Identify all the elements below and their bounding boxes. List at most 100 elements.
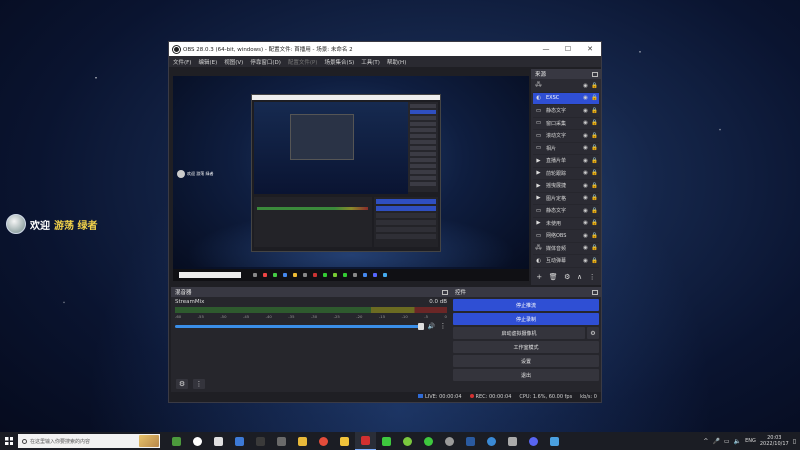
- advanced-audio-icon[interactable]: ⚙: [176, 379, 188, 389]
- start-virtual-camera-button[interactable]: 启动虚拟摄像机: [453, 327, 585, 339]
- taskbar-app[interactable]: [187, 432, 208, 450]
- lock-icon[interactable]: 🔒: [590, 145, 599, 151]
- taskbar-app[interactable]: [397, 432, 418, 450]
- stop-streaming-button[interactable]: 停止推流: [453, 299, 599, 311]
- taskbar-app[interactable]: [502, 432, 523, 450]
- notifications-icon[interactable]: ▯: [793, 438, 796, 445]
- mixer-menu-icon[interactable]: ⋮: [193, 379, 205, 389]
- volume-slider[interactable]: [175, 322, 424, 330]
- lock-icon[interactable]: 🔒: [590, 245, 599, 251]
- start-button[interactable]: [0, 432, 18, 450]
- taskbar-app[interactable]: [334, 432, 355, 450]
- source-item[interactable]: ▭ 滚动文字 ◉ 🔒: [533, 130, 599, 143]
- visibility-eye-icon[interactable]: ◉: [581, 245, 590, 251]
- exit-button[interactable]: 退出: [453, 369, 599, 381]
- taskbar-search-box[interactable]: 在这里输入你要搜索的内容: [18, 434, 160, 448]
- menu-item[interactable]: 视图(V): [224, 58, 243, 66]
- source-item[interactable]: ▭ 静态文字 ◉ 🔒: [533, 205, 599, 218]
- taskbar-app[interactable]: [208, 432, 229, 450]
- lock-icon[interactable]: 🔒: [590, 183, 599, 189]
- menu-item[interactable]: 文件(F): [173, 58, 191, 66]
- lock-icon[interactable]: 🔒: [590, 108, 599, 114]
- lock-icon[interactable]: 🔒: [590, 258, 599, 264]
- taskbar-app[interactable]: [355, 432, 376, 450]
- source-item[interactable]: ◐ EXSC ◉ 🔒: [533, 92, 599, 105]
- input-language[interactable]: ENG: [745, 438, 756, 444]
- taskbar-app[interactable]: [523, 432, 544, 450]
- speaker-icon[interactable]: 🔊: [428, 323, 435, 330]
- menu-item[interactable]: 编辑(E): [198, 58, 217, 66]
- menu-item[interactable]: 帮助(H): [387, 58, 406, 66]
- lock-icon[interactable]: 🔒: [590, 83, 599, 89]
- menu-item[interactable]: 工具(T): [361, 58, 380, 66]
- lock-icon[interactable]: 🔒: [590, 220, 599, 226]
- undock-icon[interactable]: [592, 71, 598, 77]
- source-properties-icon[interactable]: ⚙: [564, 273, 570, 281]
- move-up-icon[interactable]: ∧: [577, 273, 582, 281]
- visibility-eye-icon[interactable]: ◉: [581, 145, 590, 151]
- source-item[interactable]: ▶ 前轮跟踪 ◉ 🔒: [533, 168, 599, 180]
- visibility-eye-icon[interactable]: ◉: [581, 183, 590, 189]
- lock-icon[interactable]: 🔒: [590, 95, 599, 101]
- menu-item[interactable]: 配置文件(P): [288, 58, 318, 66]
- volume-tray-icon[interactable]: 🔈: [734, 438, 741, 445]
- taskbar-app[interactable]: [481, 432, 502, 450]
- source-more-icon[interactable]: ⋮: [589, 273, 596, 281]
- network-tray-icon[interactable]: ▭: [724, 438, 730, 445]
- taskbar-clock[interactable]: 20:03 2022/10/17: [760, 435, 789, 447]
- remove-source-icon[interactable]: 🗑: [549, 273, 558, 281]
- lock-icon[interactable]: 🔒: [590, 158, 599, 164]
- visibility-eye-icon[interactable]: ◉: [581, 233, 590, 239]
- taskbar-app[interactable]: [229, 432, 250, 450]
- source-item[interactable]: 🖧 ◉ 🔒: [533, 80, 599, 93]
- source-item[interactable]: ▶ 直播片单 ◉ 🔒: [533, 155, 599, 168]
- visibility-eye-icon[interactable]: ◉: [581, 83, 590, 89]
- lock-icon[interactable]: 🔒: [590, 233, 599, 239]
- source-item[interactable]: ▭ 静态文字 ◉ 🔒: [533, 105, 599, 118]
- visibility-eye-icon[interactable]: ◉: [581, 120, 590, 126]
- menu-item[interactable]: 停靠窗口(D): [250, 58, 281, 66]
- mic-icon[interactable]: 🎤: [712, 438, 719, 445]
- taskbar-app[interactable]: [271, 432, 292, 450]
- maximize-button[interactable]: ☐: [557, 45, 579, 53]
- source-item[interactable]: ▶ 图片定格 ◉ 🔒: [533, 193, 599, 205]
- visibility-eye-icon[interactable]: ◉: [581, 195, 590, 201]
- visibility-eye-icon[interactable]: ◉: [581, 108, 590, 114]
- studio-mode-button[interactable]: 工作室模式: [453, 341, 599, 353]
- menu-item[interactable]: 场景集合(S): [324, 58, 354, 66]
- taskbar-app[interactable]: [439, 432, 460, 450]
- source-item[interactable]: ▭ 网络OBS ◉ 🔒: [533, 230, 599, 243]
- taskbar-app[interactable]: [166, 432, 187, 450]
- mixer-more-icon[interactable]: ⋮: [439, 322, 447, 330]
- lock-icon[interactable]: 🔒: [590, 133, 599, 139]
- visibility-eye-icon[interactable]: ◉: [581, 158, 590, 164]
- visibility-eye-icon[interactable]: ◉: [581, 220, 590, 226]
- settings-button[interactable]: 设置: [453, 355, 599, 367]
- preview-canvas[interactable]: 欢迎 游荡 绿者: [173, 76, 529, 281]
- stop-recording-button[interactable]: 停止录制: [453, 313, 599, 325]
- minimize-button[interactable]: —: [535, 45, 557, 53]
- source-item[interactable]: ◐ 互动弹幕 ◉ 🔒: [533, 255, 599, 268]
- taskbar-app[interactable]: [313, 432, 334, 450]
- add-source-icon[interactable]: +: [536, 273, 542, 281]
- virtual-camera-settings-icon[interactable]: ⚙: [587, 327, 599, 339]
- source-item[interactable]: ▶ 摇曳展捷 ◉ 🔒: [533, 180, 599, 193]
- source-item[interactable]: ▭ 相片 ◉ 🔒: [533, 143, 599, 155]
- taskbar-app[interactable]: [250, 432, 271, 450]
- visibility-eye-icon[interactable]: ◉: [581, 133, 590, 139]
- undock-icon[interactable]: [442, 289, 448, 295]
- close-button[interactable]: ✕: [579, 45, 601, 53]
- taskbar-app[interactable]: [460, 432, 481, 450]
- undock-icon[interactable]: [592, 289, 598, 295]
- taskbar-app[interactable]: [418, 432, 439, 450]
- visibility-eye-icon[interactable]: ◉: [581, 170, 590, 176]
- tray-overflow-icon[interactable]: ^: [703, 438, 708, 445]
- lock-icon[interactable]: 🔒: [590, 120, 599, 126]
- volume-slider-handle[interactable]: [417, 322, 424, 330]
- source-item[interactable]: 🖧 媒体音频 ◉ 🔒: [533, 243, 599, 255]
- visibility-eye-icon[interactable]: ◉: [581, 208, 590, 214]
- taskbar-app[interactable]: [376, 432, 397, 450]
- source-item[interactable]: ▭ 窗口采集 ◉ 🔒: [533, 118, 599, 130]
- source-item[interactable]: ▶ 未使用 ◉ 🔒: [533, 218, 599, 230]
- visibility-eye-icon[interactable]: ◉: [581, 258, 590, 264]
